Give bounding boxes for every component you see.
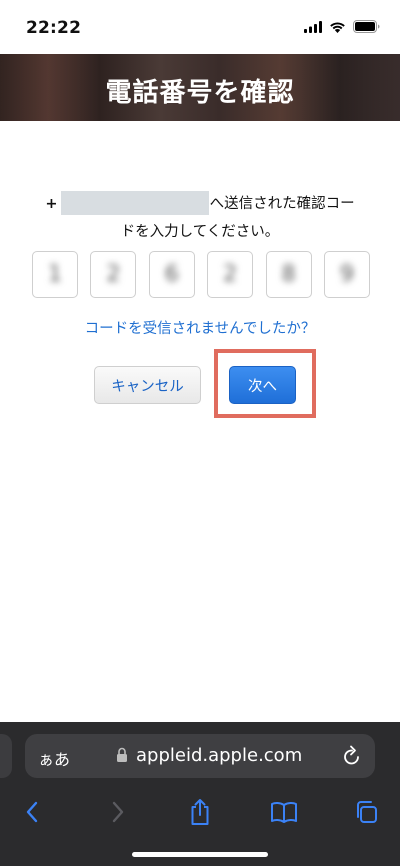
status-time: 22:22 — [26, 18, 82, 38]
share-button[interactable] — [180, 792, 220, 832]
battery-icon — [353, 20, 380, 33]
code-digit-box[interactable]: 9 — [323, 251, 370, 298]
phone-prefix: + — [45, 196, 58, 212]
header-banner: 電話番号を確認 — [0, 54, 400, 121]
code-digit: 2 — [106, 262, 121, 287]
tabs-icon — [357, 801, 377, 823]
chevron-left-icon — [26, 801, 38, 823]
resend-code-link[interactable]: コードを受信されませんでしたか？ — [0, 317, 400, 338]
toolbar-buttons — [0, 792, 400, 832]
status-bar: 22:22 — [0, 0, 400, 54]
code-digit: 9 — [339, 262, 354, 287]
lock-icon — [117, 747, 127, 762]
bookmarks-button[interactable] — [264, 792, 304, 832]
home-indicator — [132, 852, 268, 857]
share-icon — [191, 799, 209, 825]
code-digit: 8 — [281, 262, 296, 287]
page-title: 電話番号を確認 — [105, 78, 295, 108]
code-digit: 2 — [223, 262, 238, 287]
code-digit-box[interactable]: 1 — [32, 251, 78, 298]
code-digit-box[interactable]: 8 — [265, 251, 312, 298]
page-settings-button[interactable]: ぁあ — [38, 746, 70, 770]
browser-toolbar: ぁあ appleid.apple.com — [0, 722, 400, 866]
cellular-signal-icon — [304, 20, 322, 33]
message-line2: ドを入力してください。 — [120, 224, 280, 240]
tabs-button[interactable] — [346, 792, 386, 832]
message-line1: へ送信された確認コー — [209, 196, 355, 212]
code-digit-box[interactable]: 2 — [90, 251, 137, 298]
wifi-icon — [330, 21, 345, 33]
code-digit: 6 — [164, 262, 179, 287]
back-button[interactable] — [12, 792, 52, 832]
chevron-right-icon — [112, 801, 124, 823]
code-digit-box[interactable]: 6 — [148, 251, 195, 298]
forward-button[interactable] — [98, 792, 138, 832]
previous-tab-preview[interactable] — [0, 734, 12, 778]
cancel-button[interactable]: キャンセル — [94, 366, 201, 404]
instruction-message: + へ送信された確認コー ドを入力してください。 — [30, 190, 370, 246]
masked-phone-number — [60, 190, 209, 215]
code-digit-box[interactable]: 2 — [207, 251, 254, 298]
status-icons — [304, 20, 380, 33]
address-bar[interactable]: ぁあ appleid.apple.com — [25, 734, 375, 778]
next-button[interactable]: 次へ — [229, 366, 296, 404]
code-digit: 1 — [48, 262, 62, 287]
reload-icon[interactable] — [342, 745, 362, 767]
book-icon — [271, 801, 297, 823]
url-text: appleid.apple.com — [136, 745, 303, 766]
verification-code-row: 1 2 6 2 8 9 — [32, 251, 370, 298]
